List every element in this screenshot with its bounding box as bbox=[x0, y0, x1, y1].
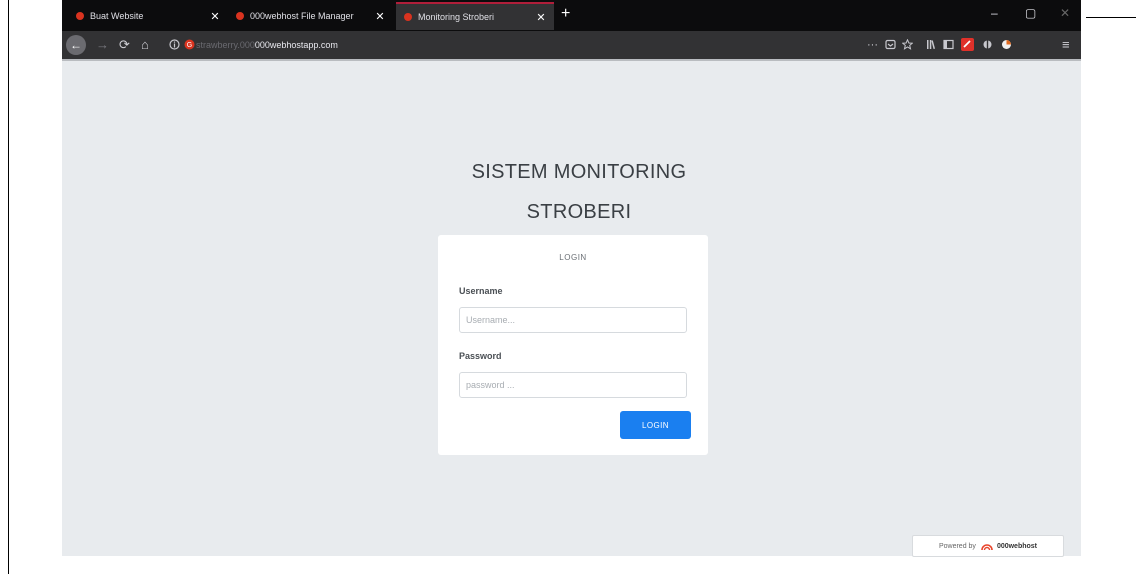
reload-button[interactable]: ⟳ bbox=[119, 37, 130, 53]
site-favicon-icon bbox=[404, 13, 412, 21]
back-button[interactable]: ← bbox=[66, 35, 86, 55]
tab-buat-website[interactable]: Buat Website ✕ bbox=[68, 3, 228, 29]
navigation-toolbar: ← → ⟳ ⌂ G strawberry.000 000webhostapp.c… bbox=[62, 31, 1081, 59]
tab-close-icon[interactable]: ✕ bbox=[373, 10, 387, 23]
password-label: Password bbox=[459, 351, 502, 361]
mic-extension-icon[interactable] bbox=[982, 39, 993, 50]
document-frame-top-right bbox=[1086, 17, 1136, 18]
site-favicon-icon bbox=[236, 12, 244, 20]
maximize-button[interactable]: ▢ bbox=[1025, 7, 1036, 19]
title-line-1: SISTEM MONITORING bbox=[471, 161, 687, 183]
extension-icon[interactable] bbox=[961, 38, 974, 51]
page-title: SISTEM MONITORING STROBERI bbox=[434, 152, 724, 232]
toolbar-shadow bbox=[62, 59, 1081, 61]
url-bar[interactable]: strawberry.000 000webhostapp.com bbox=[168, 36, 468, 54]
sidebar-icon[interactable] bbox=[943, 39, 954, 50]
username-input[interactable] bbox=[459, 307, 687, 333]
tab-strip: Buat Website ✕ 000webhost File Manager ✕… bbox=[62, 0, 1081, 31]
browser-window: Buat Website ✕ 000webhost File Manager ✕… bbox=[62, 0, 1081, 557]
url-subdomain: strawberry.000 bbox=[196, 40, 255, 50]
tab-label: 000webhost File Manager bbox=[250, 11, 354, 21]
profile-icon[interactable] bbox=[1001, 39, 1012, 50]
url-domain: 000webhostapp.com bbox=[254, 40, 338, 50]
close-window-button[interactable]: ✕ bbox=[1060, 7, 1070, 19]
powered-by-badge[interactable]: Powered by 000webhost bbox=[912, 535, 1064, 557]
password-input[interactable] bbox=[459, 372, 687, 398]
login-button[interactable]: LOGIN bbox=[620, 411, 691, 439]
hamburger-menu-icon[interactable]: ≡ bbox=[1062, 37, 1070, 53]
document-frame-left bbox=[8, 0, 9, 574]
title-line-2: STROBERI bbox=[526, 201, 632, 223]
pocket-icon[interactable] bbox=[885, 39, 896, 50]
bookmark-star-icon[interactable] bbox=[902, 39, 913, 50]
forward-button[interactable]: → bbox=[96, 37, 109, 53]
site-favicon-icon bbox=[76, 12, 84, 20]
powered-by-text: Powered by bbox=[938, 542, 976, 550]
tab-monitoring-stroberi[interactable]: Monitoring Stroberi ✕ bbox=[396, 2, 554, 30]
tab-label: Monitoring Stroberi bbox=[418, 12, 495, 22]
powered-by-brand: 000webhost bbox=[996, 542, 1038, 550]
login-card: LOGIN Username Password LOGIN bbox=[438, 235, 708, 455]
webhost-logo-icon bbox=[981, 544, 993, 551]
new-tab-button[interactable]: + bbox=[561, 6, 570, 22]
username-label: Username bbox=[459, 286, 503, 296]
tab-close-icon[interactable]: ✕ bbox=[534, 11, 548, 24]
minimize-button[interactable]: – bbox=[991, 7, 998, 19]
page-actions-menu-icon[interactable]: ··· bbox=[867, 37, 878, 53]
card-title: LOGIN bbox=[559, 253, 587, 262]
tab-label: Buat Website bbox=[90, 11, 144, 21]
tab-close-icon[interactable]: ✕ bbox=[208, 10, 222, 23]
library-icon[interactable] bbox=[926, 39, 937, 50]
home-button[interactable]: ⌂ bbox=[141, 37, 149, 53]
tab-file-manager[interactable]: 000webhost File Manager ✕ bbox=[228, 3, 393, 29]
